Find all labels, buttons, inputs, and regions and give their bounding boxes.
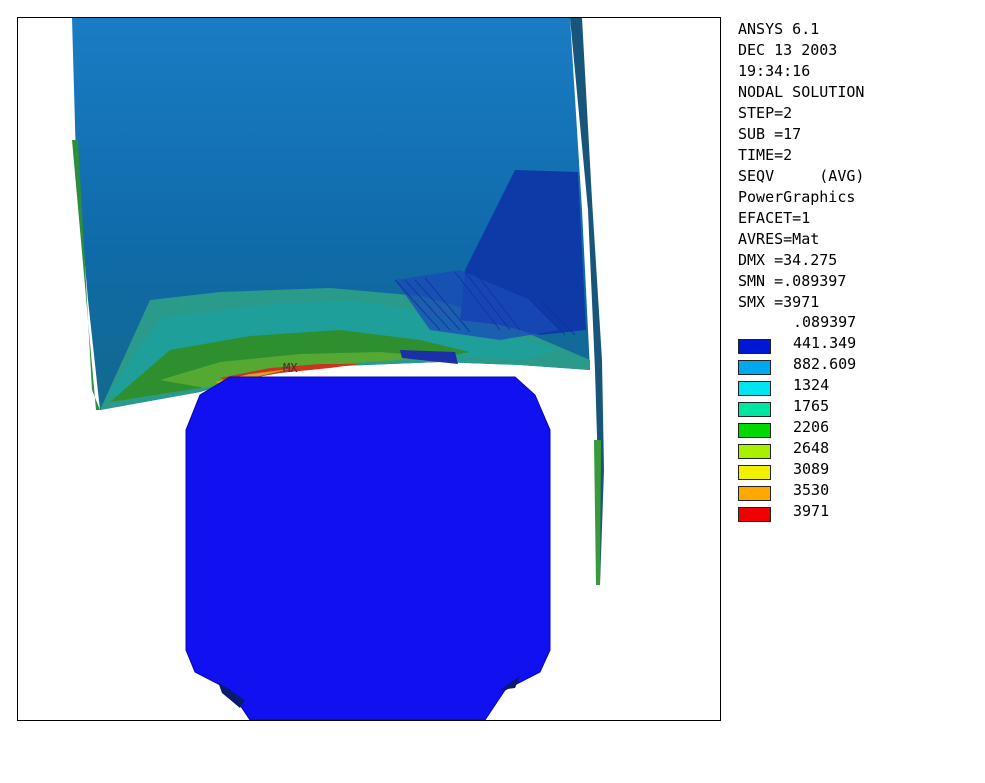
legend-swatch [738, 402, 771, 417]
info-line: STEP=2 [738, 104, 793, 122]
info-line: AVRES=Mat [738, 230, 820, 248]
info-line: SEQV (AVG) [738, 167, 865, 185]
lower-body [186, 377, 550, 720]
info-line: 19:34:16 [738, 62, 811, 80]
legend-value: 3089 [793, 460, 830, 478]
fem-contour-plot: MX [72, 18, 604, 720]
legend-value: 1765 [793, 397, 830, 415]
legend-swatch [738, 339, 771, 354]
legend-value: .089397 [793, 313, 857, 331]
info-line: PowerGraphics [738, 188, 856, 206]
legend-swatch [738, 465, 771, 480]
plot-info-panel: ANSYS 6.1 DEC 13 2003 19:34:16 NODAL SOLUTI… [738, 19, 864, 313]
legend-swatch [738, 360, 771, 375]
legend-value: 882.609 [793, 355, 857, 373]
legend-swatch [738, 381, 771, 396]
info-line: SUB =17 [738, 125, 802, 143]
info-line: ANSYS 6.1 [738, 20, 820, 38]
info-line: SMN =.089397 [738, 272, 847, 290]
legend-value: 2648 [793, 439, 830, 457]
legend-swatch [738, 423, 771, 438]
legend-value: 1324 [793, 376, 830, 394]
legend-value: 3530 [793, 481, 830, 499]
legend-value: 441.349 [793, 334, 857, 352]
model-viewport: MX [17, 17, 721, 721]
info-line: SMX =3971 [738, 293, 820, 311]
legend-value: 3971 [793, 502, 830, 520]
info-line: DEC 13 2003 [738, 41, 838, 59]
shell-right-edge-green [594, 440, 601, 585]
info-line: DMX =34.275 [738, 251, 838, 269]
max-marker-label: MX [283, 361, 298, 375]
info-line: TIME=2 [738, 146, 793, 164]
legend-swatch [738, 444, 771, 459]
legend-value: 2206 [793, 418, 830, 436]
legend-swatch [738, 507, 771, 522]
legend-swatch [738, 486, 771, 501]
info-line: NODAL SOLUTION [738, 83, 865, 101]
info-line: EFACET=1 [738, 209, 811, 227]
